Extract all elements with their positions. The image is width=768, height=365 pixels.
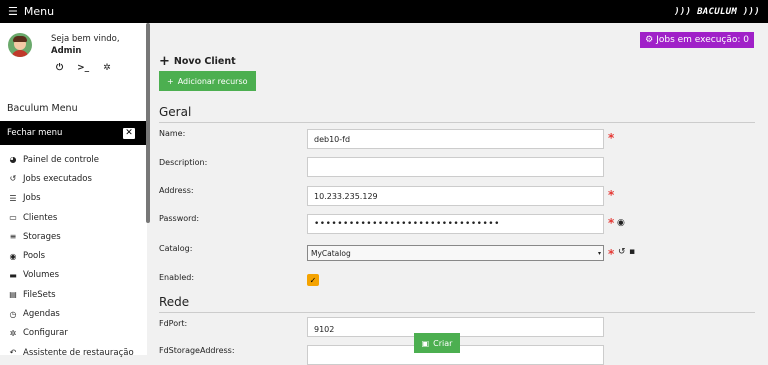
gears-icon: ⚙ <box>645 35 654 45</box>
restore-icon: ↶ <box>9 348 17 358</box>
sidebar-item[interactable]: ◷ Agendas <box>0 304 147 323</box>
sidebar-item-label: Clientes <box>23 212 58 223</box>
sidebar: Seja bem vindo, Admin ⏻ >_ ✲ Baculum Men… <box>0 23 147 358</box>
sidebar-item[interactable]: ≡ Storages <box>0 227 147 246</box>
avatar <box>8 33 32 57</box>
catalog-select[interactable]: MyCatalog ▾ <box>307 245 604 261</box>
undo-icon[interactable]: ↺ <box>618 247 626 257</box>
catalog-label: Catalog: <box>159 244 193 253</box>
main-content: ⚙ Jobs em execução: 0 + Novo Client + Ad… <box>153 23 768 365</box>
catalog-selected-value: MyCatalog <box>311 248 351 258</box>
name-label: Name: <box>159 129 186 138</box>
sidebar-item-label: Jobs <box>23 193 41 204</box>
sidebar-scrollbar[interactable] <box>146 23 150 223</box>
hamburger-icon: ☰ <box>8 5 18 18</box>
password-label: Password: <box>159 214 200 223</box>
fdport-label: FdPort: <box>159 319 188 328</box>
sidebar-item[interactable]: ▬ Volumes <box>0 266 147 285</box>
name-field[interactable]: deb10-fd <box>307 129 604 149</box>
history-icon: ↺ <box>9 174 17 184</box>
sidebar-item[interactable]: ▭ Clientes <box>0 208 147 227</box>
hdd-icon: ▬ <box>9 270 17 280</box>
baculum-logo: ))) BACULUM ))) <box>674 6 760 17</box>
section-title-general: Geral <box>159 105 755 123</box>
sidebar-item[interactable]: ◕ Painel de controle <box>0 150 147 169</box>
eye-icon[interactable]: ◉ <box>617 218 625 228</box>
description-field[interactable] <box>307 157 604 177</box>
gear-icon[interactable]: ✲ <box>103 62 111 74</box>
power-icon[interactable]: ⏻ <box>56 62 63 74</box>
menu-toggle-button[interactable]: ☰ Menu <box>8 5 54 18</box>
fdstorageaddress-label: FdStorageAddress: <box>159 346 235 355</box>
required-icon: * <box>608 131 615 145</box>
save-icon: ▣ <box>421 338 430 348</box>
plus-icon: + <box>159 54 170 69</box>
files-icon: ▤ <box>9 290 17 300</box>
sidebar-item[interactable]: ↶ Assistente de restauração <box>0 343 147 362</box>
sidebar-item[interactable]: ☰ Jobs <box>0 189 147 208</box>
running-jobs-badge[interactable]: ⚙ Jobs em execução: 0 <box>640 32 754 48</box>
menu-label: Menu <box>23 5 55 18</box>
required-icon: * <box>608 247 615 261</box>
user-panel: Seja bem vindo, Admin ⏻ >_ ✲ <box>0 23 147 86</box>
sidebar-item-label: Painel de controle <box>23 154 100 165</box>
sidebar-item-label: Agendas <box>23 309 60 320</box>
chevron-down-icon: ▾ <box>597 249 601 257</box>
plus-icon: + <box>167 76 174 86</box>
sidebar-item[interactable]: ◉ Pools <box>0 246 147 265</box>
create-button[interactable]: ▣ Criar <box>414 333 460 353</box>
gear-icon: ✲ <box>9 328 17 338</box>
clock-icon: ◷ <box>9 309 17 319</box>
sidebar-item-label: Volumes <box>23 270 60 281</box>
sidebar-item-label: Configurar <box>23 328 68 339</box>
enabled-label: Enabled: <box>159 273 195 282</box>
desktop-icon: ▭ <box>9 213 17 223</box>
enabled-checkbox[interactable]: ✓ <box>307 274 319 286</box>
sidebar-item-label: Assistente de restauração <box>23 347 134 358</box>
required-icon: * <box>608 216 615 230</box>
sidebar-item[interactable]: ↺ Jobs executados <box>0 169 147 188</box>
add-resource-label: Adicionar recurso <box>177 76 248 86</box>
welcome-text: Seja bem vindo, <box>51 34 120 44</box>
list-icon: ☰ <box>9 193 17 203</box>
running-jobs-label: Jobs em execução: 0 <box>656 35 749 45</box>
address-label: Address: <box>159 186 194 195</box>
sidebar-item-label: FileSets <box>23 289 56 300</box>
page-title-text: Novo Client <box>173 56 236 67</box>
close-menu-button[interactable]: Fechar menu ✕ <box>0 121 147 145</box>
add-resource-button[interactable]: + Adicionar recurso <box>159 71 256 91</box>
user-name: Admin <box>51 46 82 56</box>
sidebar-title: Baculum Menu <box>7 103 78 114</box>
password-field[interactable]: •••••••••••••••••••••••••••••••• <box>307 214 604 234</box>
page-title: + Novo Client <box>159 54 236 69</box>
address-field[interactable]: 10.233.235.129 <box>307 186 604 206</box>
close-icon[interactable]: ✕ <box>123 127 135 139</box>
section-title-network: Rede <box>159 295 755 313</box>
terminal-icon[interactable]: >_ <box>77 62 89 74</box>
sidebar-item-label: Storages <box>23 231 61 242</box>
dashboard-icon: ◕ <box>9 155 17 165</box>
sidebar-item[interactable]: ▤ FileSets <box>0 285 147 304</box>
top-bar: ☰ Menu ))) BACULUM ))) <box>0 0 768 23</box>
description-label: Description: <box>159 158 208 167</box>
sidebar-item[interactable]: ✲ Configurar <box>0 324 147 343</box>
pool-icon: ◉ <box>9 251 17 261</box>
create-label: Criar <box>433 338 453 348</box>
sidebar-item-label: Jobs executados <box>23 173 92 184</box>
trash-icon[interactable]: ▪ <box>629 247 635 257</box>
required-icon: * <box>608 188 615 202</box>
close-menu-label: Fechar menu <box>7 128 63 138</box>
database-icon: ≡ <box>9 232 17 242</box>
nav-list: ◕ Painel de controle ↺ Jobs executados ☰ Jobs… <box>0 150 147 362</box>
sidebar-item-label: Pools <box>23 251 46 262</box>
